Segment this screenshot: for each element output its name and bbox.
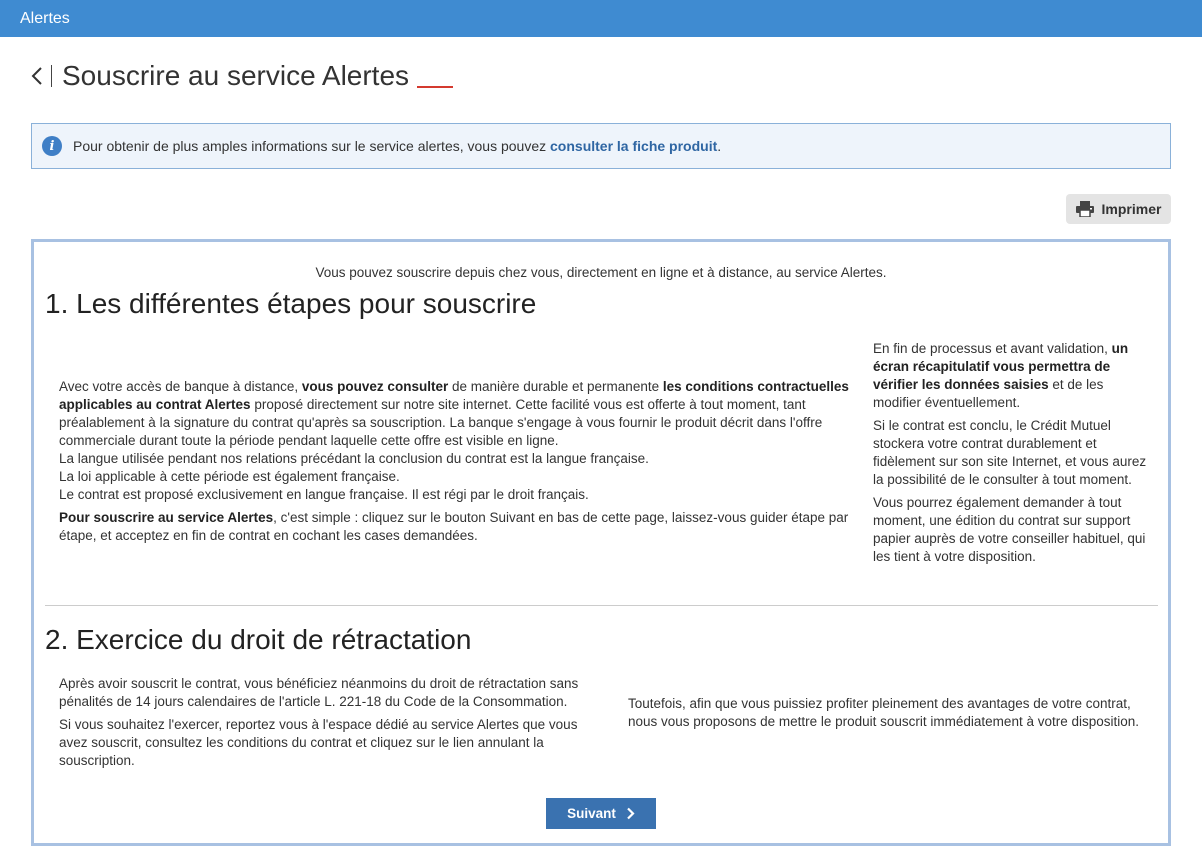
info-text: Pour obtenir de plus amples informations… bbox=[73, 138, 721, 154]
text-run-bold: vous pouvez consulter bbox=[301, 379, 449, 394]
section2-title: 2. Exercice du droit de rétractation bbox=[45, 624, 472, 655]
section1-right-paragraph-1: En fin de processus et avant validation,… bbox=[873, 340, 1153, 412]
section2-right-paragraph-1: Toutefois, afin que vous puissiez profit… bbox=[628, 696, 1140, 729]
language-line: La langue utilisée pendant nos relations… bbox=[59, 451, 649, 466]
product-sheet-link[interactable]: consulter la fiche produit bbox=[550, 138, 717, 154]
info-banner: i Pour obtenir de plus amples informatio… bbox=[31, 123, 1171, 169]
section1-right-paragraph-2: Si le contrat est conclu, le Crédit Mutu… bbox=[873, 418, 1147, 487]
contract-language-line: Le contrat est proposé exclusivement en … bbox=[59, 487, 589, 502]
contract-content-panel: Vous pouvez souscrire depuis chez vous, … bbox=[31, 239, 1171, 846]
app-title: Alertes bbox=[20, 10, 70, 27]
section2-left-paragraph-2: Si vous souhaitez l'exercer, reportez vo… bbox=[59, 717, 578, 768]
section2-left-paragraph-1: Après avoir souscrit le contrat, vous bé… bbox=[59, 676, 579, 709]
text-run: de manière durable et permanente bbox=[448, 379, 663, 394]
chevron-left-icon bbox=[31, 67, 42, 85]
section2-right-column: Toutefois, afin que vous puissiez profit… bbox=[628, 695, 1158, 731]
section2-left-column: Après avoir souscrit le contrat, vous bé… bbox=[59, 675, 599, 775]
text-run-bold: Pour souscrire au service Alertes bbox=[59, 510, 274, 525]
title-separator bbox=[51, 65, 52, 87]
section1-paragraph-2: Pour souscrire au service Alertes, c'est… bbox=[59, 509, 849, 545]
print-button-label: Imprimer bbox=[1101, 201, 1162, 217]
app-header-bar: Alertes bbox=[0, 0, 1202, 37]
info-text-main: Pour obtenir de plus amples informations… bbox=[73, 138, 551, 154]
next-button-label: Suivant bbox=[567, 806, 616, 821]
law-line: La loi applicable à cette période est ég… bbox=[59, 469, 400, 484]
chevron-right-icon bbox=[627, 807, 635, 820]
section1-left-column: Avec votre accès de banque à distance, v… bbox=[59, 378, 849, 550]
page-title: Souscrire au service Alertes bbox=[62, 60, 410, 91]
section1-right-column: En fin de processus et avant validation,… bbox=[873, 340, 1153, 571]
print-button[interactable]: Imprimer bbox=[1066, 194, 1171, 224]
printer-icon bbox=[1075, 201, 1094, 217]
intro-text: Vous pouvez souscrire depuis chez vous, … bbox=[315, 265, 887, 280]
text-run: En fin de processus et avant validation, bbox=[873, 341, 1112, 356]
title-accent-underline bbox=[417, 86, 454, 88]
page-title-row: Souscrire au service Alertes bbox=[31, 58, 454, 94]
section1-right-paragraph-3: Vous pourrez également demander à tout m… bbox=[873, 495, 1146, 564]
back-button[interactable] bbox=[31, 64, 45, 88]
section-divider bbox=[45, 605, 1158, 606]
section1-paragraph-1: Avec votre accès de banque à distance, v… bbox=[59, 378, 849, 504]
info-text-suffix: . bbox=[717, 138, 722, 154]
text-run: Avec votre accès de banque à distance, bbox=[59, 379, 302, 394]
section1-title: 1. Les différentes étapes pour souscrire bbox=[45, 288, 537, 319]
next-button[interactable]: Suivant bbox=[546, 798, 656, 829]
info-icon: i bbox=[42, 136, 62, 156]
